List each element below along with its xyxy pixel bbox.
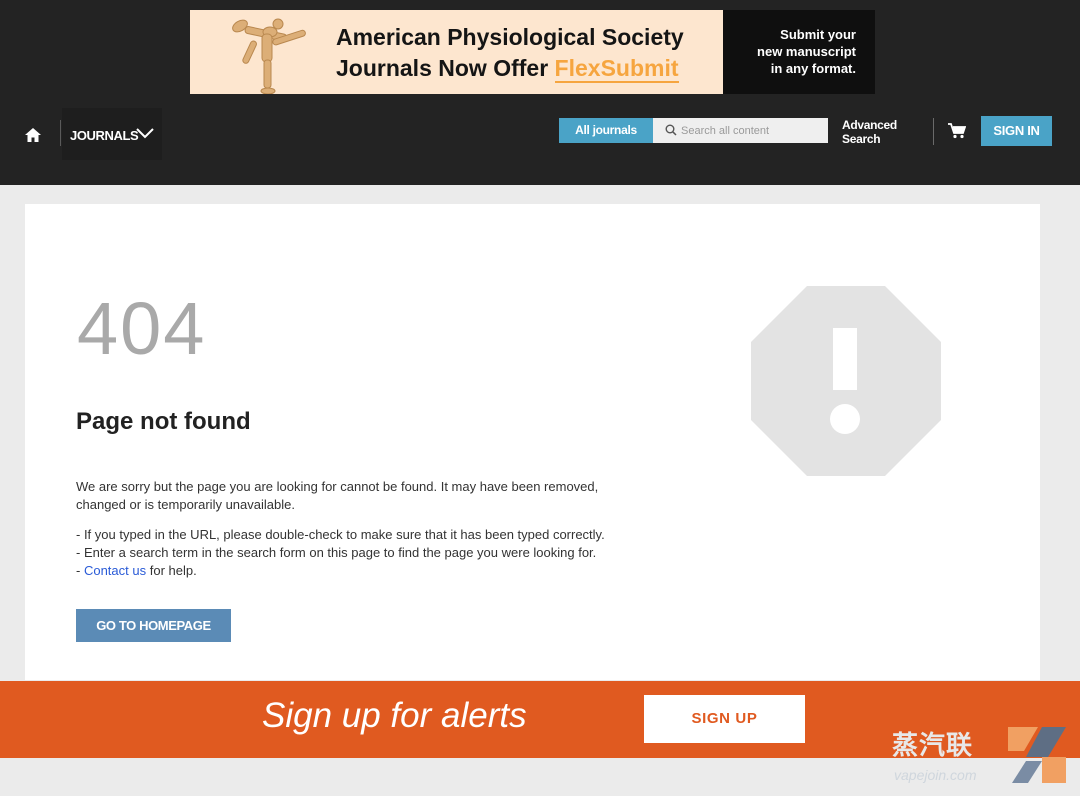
tip-prefix: - [76,563,84,578]
error-card: 404 Page not found We are sorry but the … [25,204,1040,680]
nav-divider [933,118,934,145]
advanced-search-line1: Advanced [842,118,897,132]
go-to-homepage-button[interactable]: GO TO HOMEPAGE [76,609,231,642]
ad-cta-line3: in any format. [770,61,856,76]
all-journals-dropdown[interactable]: All journals [559,118,653,143]
ad-headline-prefix: Journals Now Offer [336,55,555,81]
sign-in-button[interactable]: SIGN IN [981,116,1052,146]
ad-headline-line2: Journals Now Offer FlexSubmit [336,53,684,84]
ad-headline: American Physiological Society Journals … [336,22,684,84]
cart-icon[interactable] [948,123,966,139]
wooden-mannequin-image [232,18,306,94]
ad-headline-line1: American Physiological Society [336,24,684,50]
error-code: 404 [77,287,207,370]
search-icon [665,124,677,136]
warning-octagon-icon [751,286,941,476]
ad-cta[interactable]: Submit your new manuscript in any format… [723,10,875,94]
journals-label: JOURNALS [70,128,139,143]
advanced-search-line2: Search [842,132,881,146]
watermark-text: 蒸汽联 [892,730,974,760]
alerts-text: Sign up for alerts [262,696,527,735]
tip-suffix: for help. [146,563,197,578]
help-tips-list: - If you typed in the URL, please double… [76,526,605,580]
ad-cta-line2: new manuscript [757,44,856,59]
main-navbar: JOURNALS All journals Advanced Search SI… [0,104,1080,166]
search-input[interactable] [681,120,821,141]
sign-up-button[interactable]: SIGN UP [644,695,805,743]
error-description: We are sorry but the page you are lookin… [76,479,599,512]
list-item: - Enter a search term in the search form… [76,545,597,560]
ad-flexsubmit-highlight: FlexSubmit [554,55,679,83]
watermark-url: vapejoin.com [894,767,977,783]
home-icon[interactable] [24,126,42,144]
page-title: Page not found [76,408,251,435]
nav-divider [60,120,61,146]
watermark-logo-icon [1008,727,1066,783]
chevron-down-icon [136,128,154,139]
advanced-search-link[interactable]: Advanced Search [842,118,897,146]
watermark: 蒸汽联 vapejoin.com [890,725,1070,787]
contact-us-link[interactable]: Contact us [84,563,146,578]
list-item: - Contact us for help. [76,562,605,580]
site-header: American Physiological Society Journals … [0,0,1080,185]
ad-banner[interactable]: American Physiological Society Journals … [190,10,875,94]
ad-cta-line1: Submit your [780,27,856,42]
list-item: - If you typed in the URL, please double… [76,527,605,542]
journals-menu[interactable]: JOURNALS [62,108,162,160]
search-box[interactable] [653,118,828,143]
